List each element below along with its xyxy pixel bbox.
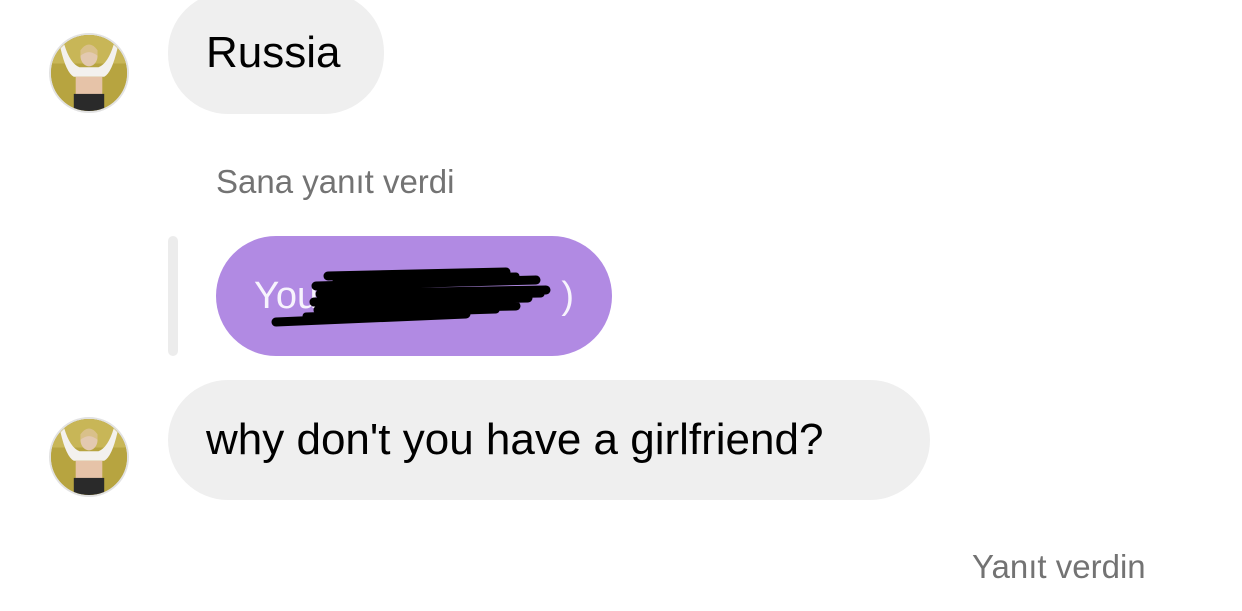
reply-status-label: Yanıt verdin bbox=[972, 548, 1146, 585]
reply-context-label: Sana yanıt verdi bbox=[216, 163, 455, 200]
avatar-photo-icon bbox=[51, 35, 127, 111]
reply-quote-bar bbox=[168, 236, 178, 356]
quoted-message-text: You bbox=[254, 274, 319, 317]
message-bubble-incoming[interactable]: why don't you have a girlfriend? bbox=[168, 380, 930, 500]
message-bubble-incoming[interactable]: Russia bbox=[168, 0, 384, 114]
quoted-message-tail: ) bbox=[561, 274, 574, 317]
avatar-photo-icon bbox=[51, 419, 127, 495]
message-text: why don't you have a girlfriend? bbox=[206, 415, 824, 464]
quoted-message-bubble[interactable]: You ) bbox=[216, 236, 612, 356]
sender-avatar[interactable] bbox=[49, 417, 129, 497]
message-text: Russia bbox=[206, 28, 341, 77]
sender-avatar[interactable] bbox=[49, 33, 129, 113]
